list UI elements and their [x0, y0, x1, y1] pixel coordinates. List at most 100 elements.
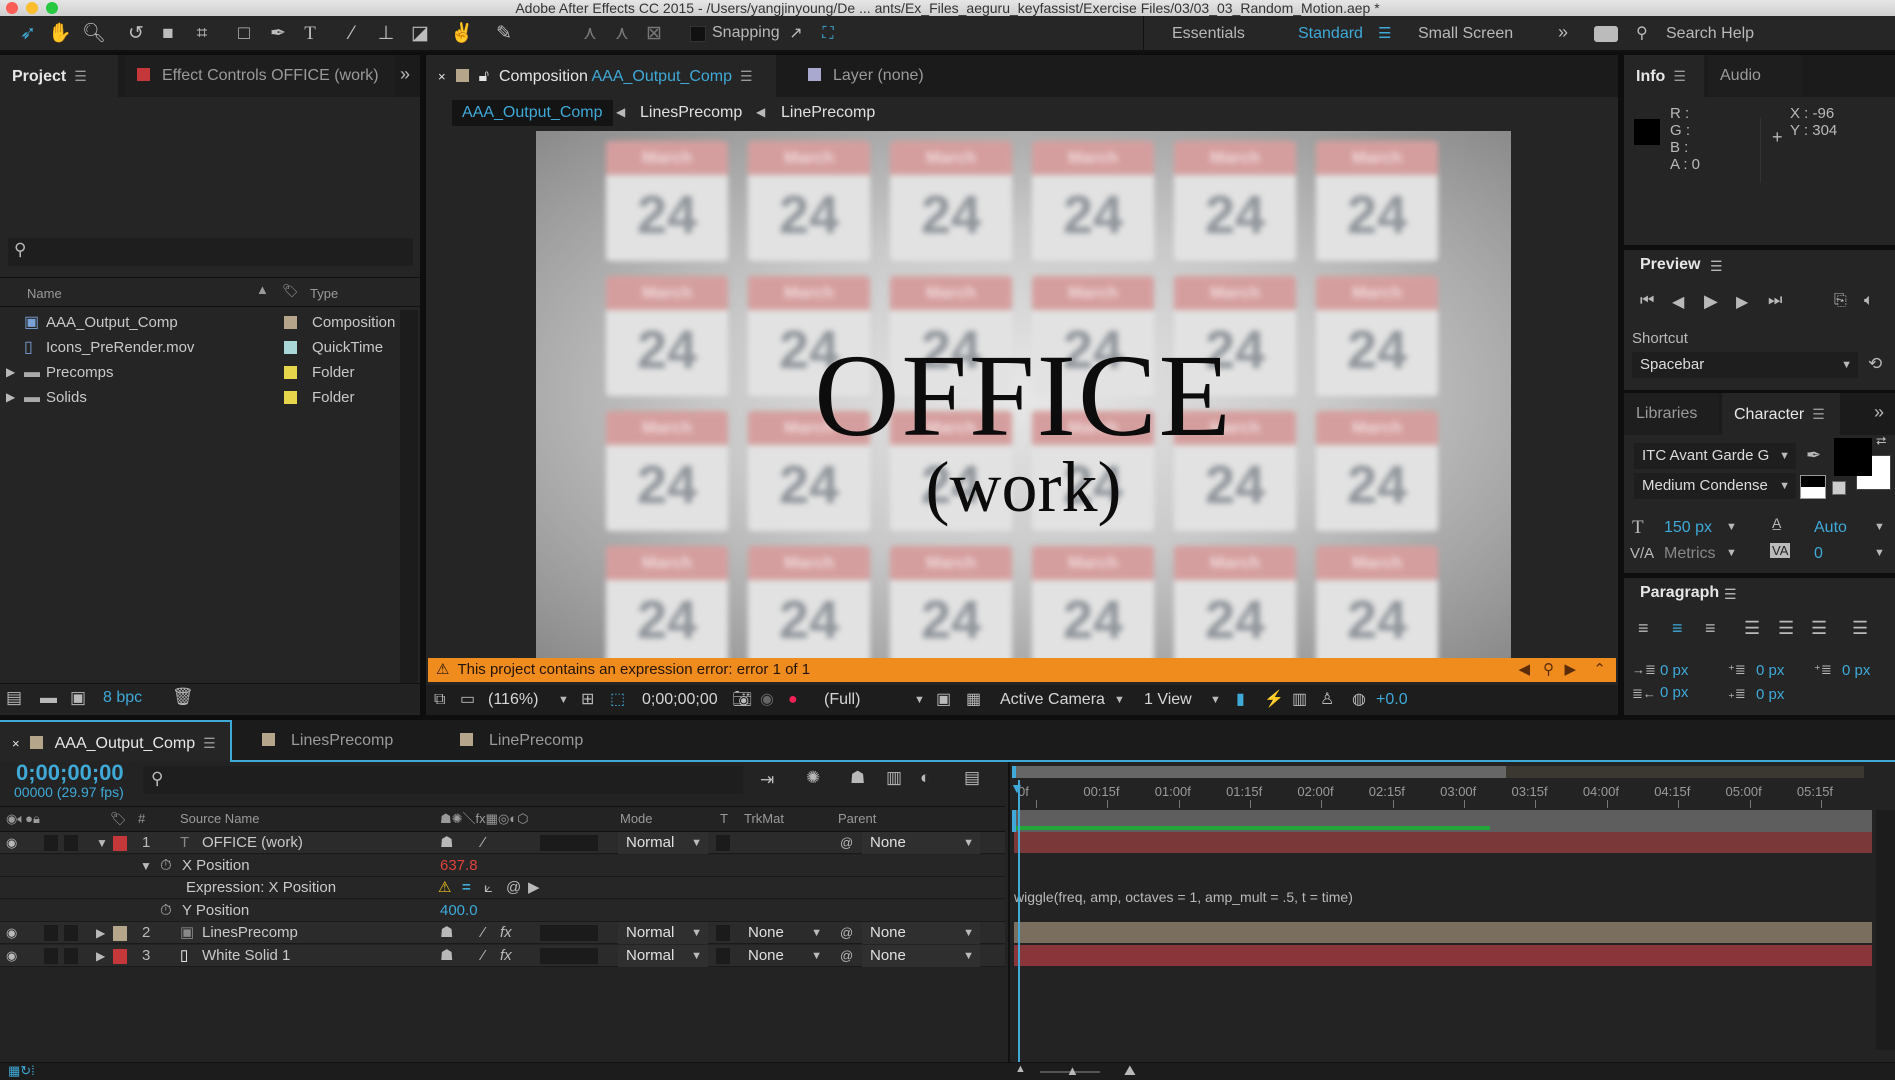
resolution-dropdown[interactable]: (Full) [824, 685, 860, 715]
last-frame-icon[interactable]: ⏭ [1768, 292, 1782, 310]
layer-row[interactable]: ◉ ▶ 3 ▯ White Solid 1 ☗ ⁄ fx Normal None @ None [0, 944, 1005, 967]
layer-switches-toggle-icon[interactable]: ▦↻⁞ [8, 1063, 35, 1079]
panel-menu-icon[interactable]: ☰ [1724, 586, 1737, 603]
current-time-display[interactable]: 0;00;00;00 [642, 685, 718, 715]
parent-dropdown[interactable]: None [862, 832, 980, 854]
panel-menu-icon[interactable]: ☰ [1812, 406, 1825, 422]
show-snapshot-icon[interactable]: ◉ [760, 685, 774, 715]
tab-layer[interactable]: Layer (none) [796, 55, 996, 97]
tab-audio[interactable]: Audio [1708, 55, 1802, 97]
shy-switch[interactable]: ☗ [440, 945, 453, 967]
align-right-icon[interactable]: ≡ [1705, 618, 1716, 639]
workspace-essentials[interactable]: Essentials [1172, 25, 1245, 43]
current-time-indicator[interactable] [1018, 780, 1020, 1065]
region-of-interest-icon[interactable]: ▣ [936, 685, 951, 715]
preserve-transparency-toggle[interactable] [716, 947, 730, 964]
rotation-tool-icon[interactable]: ↺ [124, 22, 148, 46]
space-after-value[interactable]: 0 px [1756, 686, 1784, 703]
font-family-dropdown[interactable]: ITC Avant Garde G [1634, 443, 1796, 469]
eraser-tool-icon[interactable]: ◪ [408, 22, 432, 46]
camera-tool-icon[interactable]: ■ [156, 22, 180, 46]
label-swatch[interactable] [113, 836, 127, 851]
kerning-value[interactable]: Metrics [1664, 545, 1716, 563]
label-swatch[interactable] [284, 366, 297, 379]
camera-dropdown[interactable]: Active Camera [1000, 685, 1105, 715]
chevron-down-icon[interactable]: ▼ [558, 685, 569, 715]
channel-icon[interactable]: ● [788, 685, 798, 715]
play-icon[interactable]: ▶ [1704, 291, 1718, 312]
font-style-dropdown[interactable]: Medium Condense [1634, 473, 1796, 499]
workspace-small-screen[interactable]: Small Screen [1418, 25, 1513, 43]
project-item[interactable]: ▯ Icons_PreRender.mov QuickTime [0, 335, 400, 360]
layer-switches[interactable] [540, 947, 598, 964]
expression-row[interactable]: Expression: X Position ⚠ = ⟀ @ ▶ [0, 877, 1005, 899]
rectangle-tool-icon[interactable]: □ [232, 22, 256, 46]
more-workspaces-icon[interactable]: » [1558, 22, 1568, 43]
black-white-swatch[interactable] [1800, 475, 1826, 499]
sync-settings-icon[interactable] [1594, 26, 1618, 42]
tab-lineprecomp[interactable]: LinePrecomp [448, 720, 628, 762]
twirl-open-icon[interactable]: ▼ [140, 855, 152, 877]
bpc-button[interactable]: 8 bpc [103, 689, 142, 707]
layer-switches[interactable] [540, 835, 598, 851]
zoom-tool-icon[interactable]: 🔍︎ [82, 22, 106, 46]
previous-frame-icon[interactable]: ◀︎ [1672, 292, 1684, 312]
shy-switch[interactable]: ☗ [440, 922, 453, 944]
chevron-down-icon[interactable]: ▼ [1726, 521, 1737, 533]
breadcrumb-lineprecomp[interactable]: LinePrecomp [781, 104, 875, 122]
next-frame-icon[interactable]: ▶︎ [1736, 292, 1748, 312]
always-preview-icon[interactable]: ⧉ [434, 685, 445, 715]
chevron-down-icon[interactable]: ▼ [1874, 521, 1885, 533]
delete-icon[interactable]: 🗑 [172, 687, 194, 707]
lock-toggle[interactable] [64, 925, 78, 941]
composition-viewer[interactable]: March 24 March 24 March 24 March 24 March 24 March… [536, 131, 1511, 658]
lock-toggle[interactable] [64, 947, 78, 964]
breadcrumb-aaa-output-comp[interactable]: AAA_Output_Comp [452, 100, 613, 126]
property-value[interactable]: 400.0 [440, 900, 478, 922]
fx-switch[interactable]: fx [500, 922, 512, 944]
tab-composition[interactable]: × 🔓︎ Composition AAA_Output_Comp ☰ [426, 55, 776, 97]
next-error-icon[interactable]: ▶ [1564, 658, 1576, 682]
snapping-checkbox[interactable] [690, 26, 706, 42]
workspace-standard[interactable]: Standard [1298, 25, 1363, 43]
pan-behind-tool-icon[interactable]: ⌗ [190, 22, 214, 46]
twirl-closed-icon[interactable]: ▶ [96, 922, 105, 944]
project-scrollbar[interactable] [400, 310, 418, 700]
track-matte-dropdown[interactable]: None [740, 945, 828, 967]
type-tool-icon[interactable]: T [298, 22, 322, 46]
project-item[interactable]: ▶ ▬ Precomps Folder [0, 360, 400, 385]
parent-dropdown[interactable]: None [862, 944, 980, 967]
fast-previews-icon[interactable]: ⚡ [1264, 685, 1284, 715]
zoom-in-icon[interactable]: ⛰ [1124, 1062, 1136, 1079]
snapshot-icon[interactable]: 📷︎ [732, 685, 752, 715]
navigator-range[interactable] [1012, 766, 1507, 778]
quality-switch[interactable]: ⁄ [482, 945, 485, 967]
toggle-pixel-aspect-icon[interactable]: ▮ [1236, 685, 1245, 715]
layer-row[interactable]: ◉ ▶ 2 ▣ LinesPrecomp ☗ ⁄ fx Normal None @ None [0, 922, 1005, 944]
world-axis-icon[interactable]: ⋏ [610, 22, 634, 46]
chevron-down-icon[interactable]: ▼ [914, 685, 925, 715]
stopwatch-icon[interactable]: ⏱︎ [160, 900, 172, 922]
track-matte-dropdown[interactable]: None [740, 922, 828, 944]
expression-text[interactable]: wiggle(freq, amp, octaves = 1, amp_mult … [1014, 886, 1872, 908]
panel-menu-icon[interactable]: ☰ [1710, 258, 1723, 275]
brush-tool-icon[interactable]: ⁄ [340, 22, 364, 46]
chevron-down-icon[interactable]: ▼ [1210, 685, 1221, 715]
sort-ascending-icon[interactable]: ▲ [256, 282, 269, 297]
selection-tool-icon[interactable]: ➶ [16, 22, 40, 46]
chevron-down-icon[interactable]: ▼ [1726, 547, 1737, 559]
label-swatch[interactable] [113, 926, 127, 941]
transparency-grid-icon[interactable]: ▦ [966, 685, 981, 715]
shy-switch[interactable]: ☗ [440, 832, 453, 854]
lock-toggle[interactable] [64, 835, 78, 851]
panel-overflow-icon[interactable]: » [400, 64, 410, 85]
flowchart-icon[interactable]: ♙ [1320, 685, 1334, 715]
font-size-value[interactable]: 150 px [1664, 519, 1712, 537]
project-item[interactable]: ▶ ▬ Solids Folder [0, 385, 400, 410]
blend-mode-dropdown[interactable]: Normal [618, 832, 708, 854]
visibility-eye-icon[interactable]: ◉ [6, 945, 17, 967]
reset-exposure-icon[interactable]: ◍ [1352, 685, 1366, 715]
breadcrumb-linesprecomp[interactable]: LinesPrecomp [640, 104, 742, 122]
monitor-icon[interactable]: ▭ [460, 685, 475, 715]
tab-aaa-output-comp[interactable]: × AAA_Output_Comp ☰ [0, 720, 232, 762]
